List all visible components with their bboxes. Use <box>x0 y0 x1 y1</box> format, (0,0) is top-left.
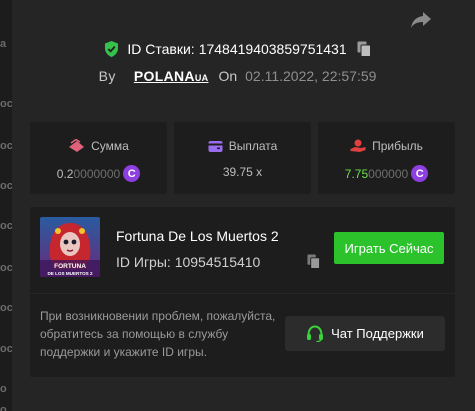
thumb-title-line-1: FORTUNA <box>54 263 86 270</box>
bet-stats: Сумма 0.2 0000000 C Выплата 39.75 x Прибыл… <box>30 122 455 194</box>
game-artwork: FORTUNA DE LOS MUERTOS 2 <box>40 217 100 277</box>
game-title[interactable]: Fortuna De Los Muertos 2 <box>116 228 279 244</box>
game-id-label: ID Игры: <box>116 254 171 270</box>
stat-payout: Выплата 39.75 x <box>174 122 311 194</box>
game-id-value: 10954515410 <box>174 254 261 270</box>
stat-amount-value: 0.2 0000000 C <box>30 165 167 182</box>
strip-mark: oc <box>0 302 12 314</box>
bet-id-row: ID Ставки: 1748419403859751431 <box>0 38 475 60</box>
strip-mark: oc <box>0 140 12 152</box>
support-help-text: При возникновении проблем, пожалуйста, о… <box>40 309 276 359</box>
profit-icon <box>350 139 366 152</box>
stat-amount-head: Сумма <box>30 139 167 153</box>
stat-profit-label: Прибыль <box>372 139 423 153</box>
left-sidebar-edge: a oc oc oc oc oc oc oc o o <box>0 0 12 411</box>
amount-dim: 0000000 <box>73 166 121 181</box>
strip-mark: oc <box>0 262 12 274</box>
coin-icon: C <box>123 165 141 182</box>
stat-amount: Сумма 0.2 0000000 C <box>30 122 167 194</box>
copy-icon[interactable] <box>357 41 371 57</box>
game-id: ID Игры: 10954515410 <box>116 254 260 270</box>
shield-icon <box>105 41 119 57</box>
amount-main: 0.2 <box>56 166 74 181</box>
divider <box>30 293 455 294</box>
profit-dim: 000000 <box>368 166 409 181</box>
profit-main: 7.75 <box>344 166 369 181</box>
support-chat-label: Чат Поддержки <box>331 326 424 341</box>
username-suffix: UA <box>194 73 209 83</box>
share-icon[interactable] <box>409 9 433 31</box>
on-label: On <box>218 68 238 84</box>
support-chat-button[interactable]: Чат Поддержки <box>285 316 445 351</box>
strip-mark: oc <box>0 180 12 192</box>
username-link[interactable]: POLANAUA <box>134 68 209 84</box>
username: POLANA <box>133 68 195 84</box>
bet-author-row: By POLANAUA On 02.11.2022, 22:57:59 <box>0 66 475 86</box>
wallet-icon <box>208 140 223 152</box>
strip-mark: o <box>0 383 7 395</box>
strip-mark: oc <box>0 343 12 355</box>
stat-payout-head: Выплата <box>174 139 311 153</box>
amount-icon <box>69 139 85 152</box>
strip-mark: oc <box>0 220 12 232</box>
stat-payout-value: 39.75 x <box>222 165 263 179</box>
bet-id-label: ID Ставки: <box>127 41 195 57</box>
stat-payout-label: Выплата <box>228 139 278 153</box>
by-label: By <box>98 68 116 84</box>
game-panel: FORTUNA DE LOS MUERTOS 2 Fortuna De Los … <box>30 207 455 377</box>
copy-icon[interactable] <box>307 254 320 269</box>
strip-mark: oc <box>0 98 12 110</box>
stat-profit-value: 7.75 000000 C <box>318 165 455 182</box>
stat-profit-head: Прибыль <box>318 139 455 153</box>
coin-icon: C <box>411 165 429 182</box>
strip-mark: o <box>0 404 7 411</box>
headset-icon <box>307 325 324 342</box>
thumb-title-line-2: DE LOS MUERTOS 2 <box>47 271 93 276</box>
stat-amount-label: Сумма <box>91 139 129 153</box>
bet-id-value: 1748419403859751431 <box>198 41 347 57</box>
stat-profit: Прибыль 7.75 000000 C <box>318 122 455 194</box>
play-now-button[interactable]: Играть Сейчас <box>334 232 444 264</box>
game-thumbnail[interactable]: FORTUNA DE LOS MUERTOS 2 <box>40 217 100 277</box>
bet-date: 02.11.2022, 22:57:59 <box>245 68 377 84</box>
